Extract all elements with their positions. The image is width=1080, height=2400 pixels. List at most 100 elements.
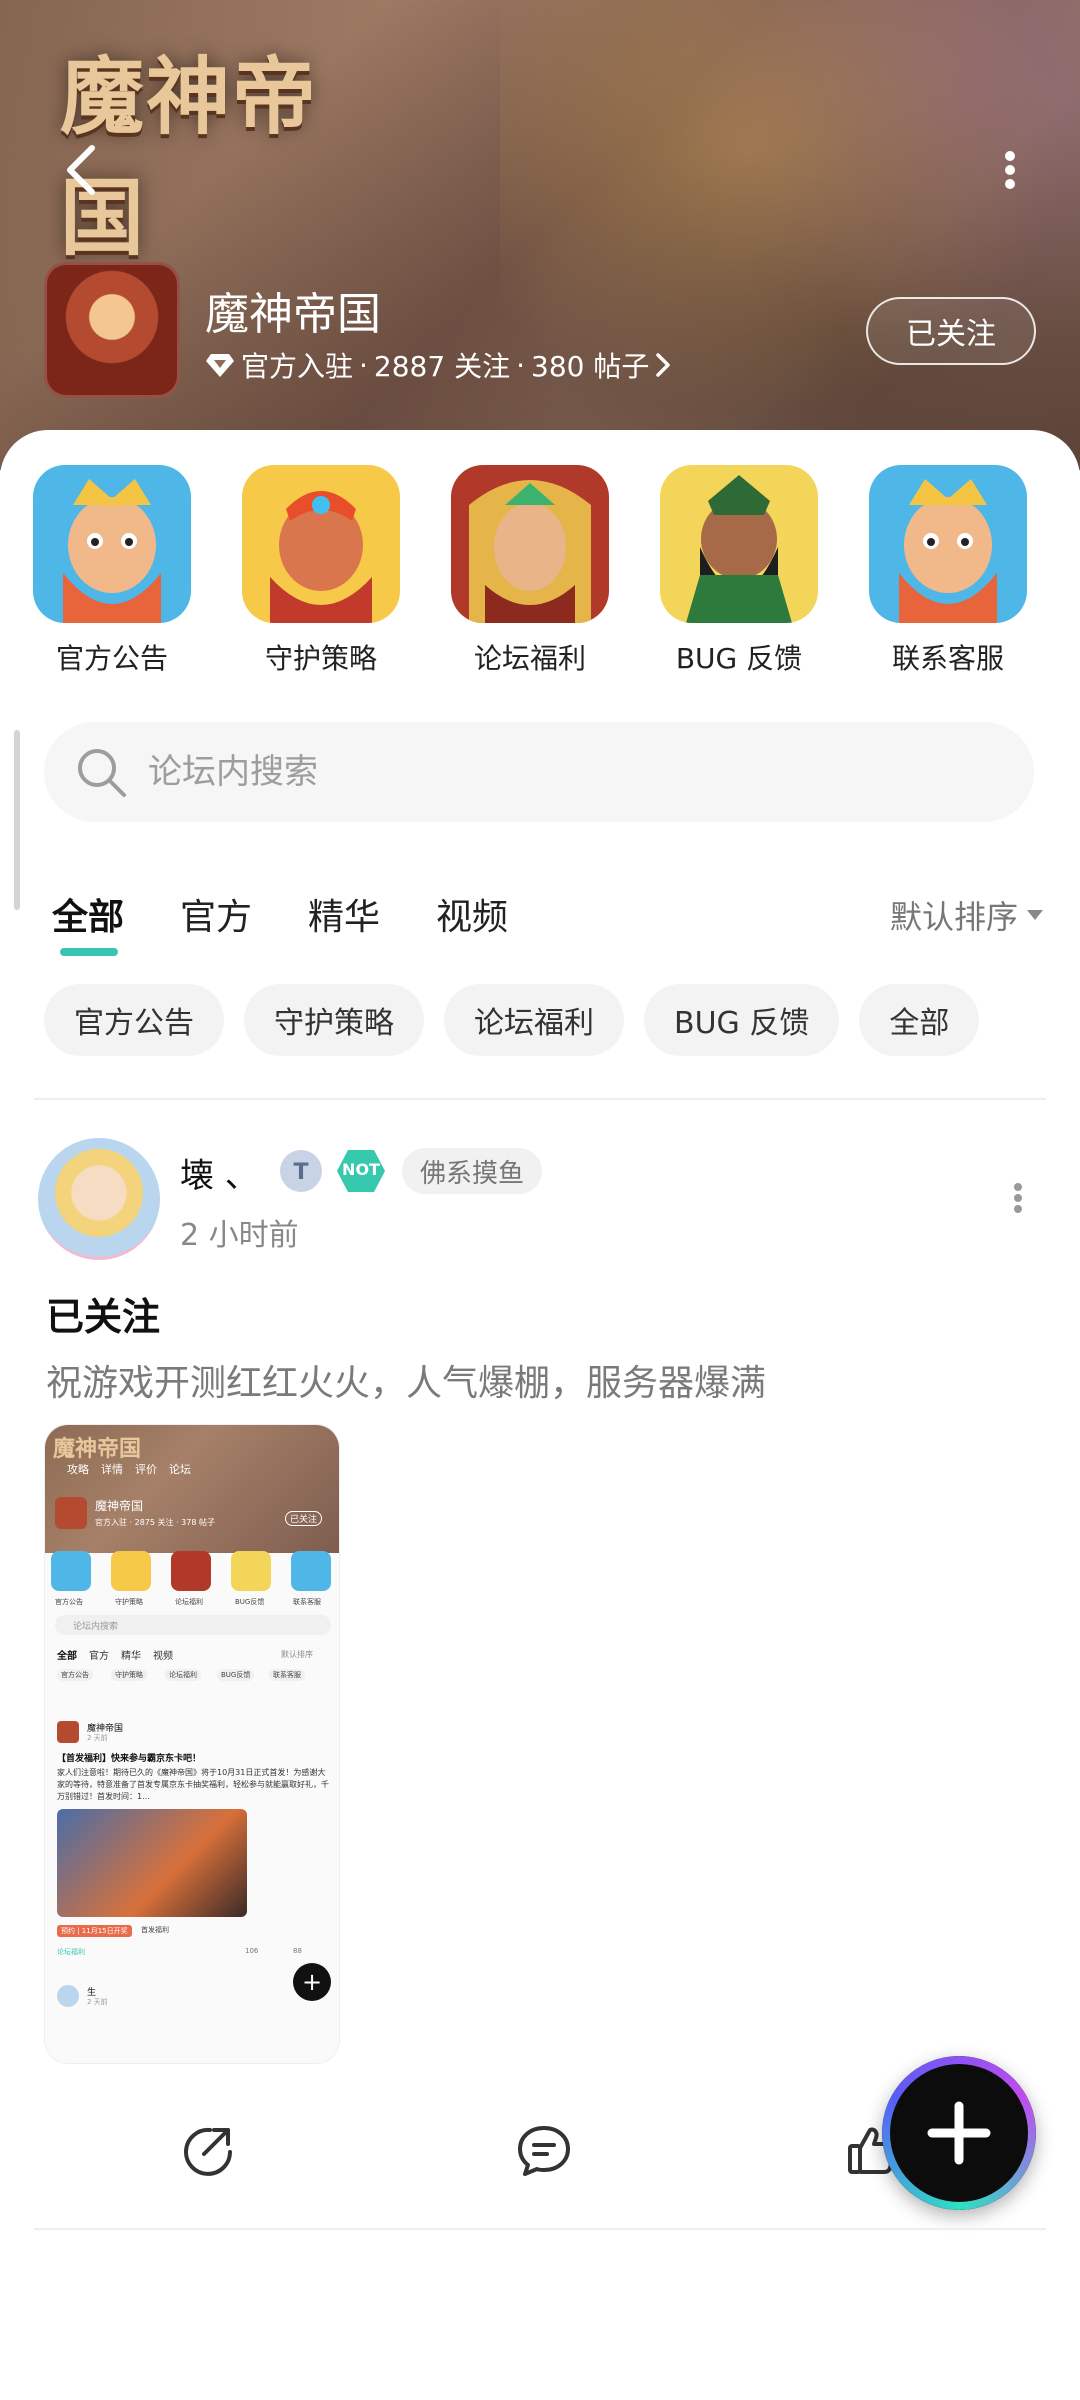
thumb-chip: 守护策略 <box>111 1669 147 1681</box>
thumb-search-text: 论坛内搜索 <box>73 1622 119 1632</box>
entry-guard-strategy[interactable]: 守护策略 <box>231 465 411 677</box>
thumb-post-image <box>57 1809 247 1917</box>
thumb-system-nav <box>45 2033 339 2063</box>
thumb-chip: 官方公告 <box>57 1669 93 1681</box>
thumb-entry-label: 论坛福利 <box>175 1598 203 1606</box>
tab-label: 全部 <box>52 897 125 938</box>
post-author-avatar[interactable] <box>38 1138 160 1260</box>
chip-forum-welfare[interactable]: 论坛福利 <box>444 984 624 1056</box>
search-icon <box>78 749 126 797</box>
entry-icon <box>33 465 191 623</box>
chip-all[interactable]: 全部 <box>859 984 980 1056</box>
forum-name: 魔神帝国 <box>205 289 381 340</box>
user-title-tag: 佛系摸鱼 <box>402 1148 543 1194</box>
forum-meta[interactable]: 官方入驻 · 2887 关注 · 380 帖子 <box>205 345 671 385</box>
thumb-nav-3: 评价 <box>135 1463 157 1476</box>
thumb-post-title: 【首发福利】快来参与霸京东卡吧！ <box>57 1754 202 1764</box>
thumb-post-avatar <box>57 1721 79 1743</box>
quick-entry-row: 官方公告 守护策略 论坛福利 BUG 反馈 联系客服 <box>0 465 1080 685</box>
tab-video[interactable]: 视频 <box>436 888 508 940</box>
thumb-nav-2: 详情 <box>101 1463 123 1476</box>
thumb-chip: 联系客服 <box>269 1669 305 1681</box>
chip-bug-feedback[interactable]: BUG 反馈 <box>644 984 840 1056</box>
thumb-fab: + <box>293 1963 331 2001</box>
category-chips: 官方公告 守护策略 论坛福利 BUG 反馈 全部 <box>44 984 980 1056</box>
more-button[interactable] <box>980 140 1040 200</box>
thumb-forum-name: 魔神帝国 <box>95 1499 144 1513</box>
thumb-chip: 论坛福利 <box>165 1669 201 1681</box>
thumb-entries <box>51 1551 333 1603</box>
post-count: 380 帖子 <box>531 350 650 383</box>
thumb-comments: 106 <box>245 1947 259 1955</box>
entry-icon <box>242 465 400 623</box>
entry-icon <box>660 465 818 623</box>
section-divider <box>34 1098 1046 1100</box>
thumb-tab: 全部 <box>57 1651 77 1662</box>
post-body[interactable]: 祝游戏开测红红火火，人气爆棚，服务器爆满 <box>46 1354 766 1406</box>
more-icon <box>1005 151 1015 189</box>
thumb-entry-icon <box>51 1551 91 1591</box>
thumb-post-tag2: 首发福利 <box>141 1926 169 1934</box>
share-icon <box>184 2127 232 2176</box>
forum-search-bar[interactable] <box>44 722 1034 822</box>
not-badge: NOT <box>336 1148 386 1194</box>
entry-official-notice[interactable]: 官方公告 <box>22 465 202 677</box>
chevron-right-icon <box>656 353 671 377</box>
badge-text: NOT <box>342 1160 380 1179</box>
forum-avatar[interactable] <box>44 262 180 398</box>
follow-button[interactable]: 已关注 <box>866 297 1036 365</box>
sort-label: 默认排序 <box>889 898 1018 936</box>
thumb-tab: 精华 <box>121 1651 141 1662</box>
thumb-post-time: 2 天前 <box>87 1734 108 1742</box>
thumb-post-section: 论坛福利 <box>57 1948 85 1956</box>
thumb-chip: BUG反馈 <box>217 1669 255 1681</box>
thumb-entry-label: BUG反馈 <box>235 1598 265 1606</box>
post-title[interactable]: 已关注 <box>46 1286 160 1341</box>
post-divider <box>34 2228 1046 2230</box>
thumb-entry-icon <box>171 1551 211 1591</box>
official-label: 官方入驻 <box>241 350 354 383</box>
post-time: 2 小时前 <box>180 1218 299 1253</box>
scrollbar[interactable] <box>14 730 20 910</box>
post-more-button[interactable] <box>998 1178 1038 1218</box>
thumb-next-avatar <box>57 1985 79 2007</box>
entry-icon <box>869 465 1027 623</box>
post-author-name[interactable]: 壊 、 <box>180 1148 259 1197</box>
entry-label: 论坛福利 <box>473 642 586 675</box>
thumb-post-text: 家人们注意啦！期待已久的《魔神帝国》将于10月31日正式首发！为感谢大家的等待，… <box>57 1768 329 1801</box>
thumb-logo: 魔神帝国 <box>53 1437 142 1462</box>
post-filter-tabs: 全部 官方 精华 视频 <box>52 888 508 956</box>
back-button[interactable] <box>50 140 110 200</box>
post-image[interactable]: 魔神帝国 攻略 详情 评价 论坛 魔神帝国 官方入驻 · 2875 关注 · 3… <box>44 1424 340 2064</box>
comment-button[interactable] <box>512 2118 576 2182</box>
sort-dropdown[interactable]: 默认排序 <box>890 892 1044 938</box>
fab-gradient-ring <box>882 2056 1036 2210</box>
entry-bug-feedback[interactable]: BUG 反馈 <box>649 465 829 677</box>
tab-all[interactable]: 全部 <box>52 888 125 956</box>
user-badges: T NOT <box>278 1148 386 1194</box>
chip-official-notice[interactable]: 官方公告 <box>44 984 224 1056</box>
thumb-nav-1: 攻略 <box>67 1463 89 1476</box>
tab-official[interactable]: 官方 <box>180 888 252 940</box>
thumb-meta: 官方入驻 · 2875 关注 · 378 帖子 <box>95 1518 215 1527</box>
caret-down-icon <box>1027 910 1043 920</box>
diamond-icon <box>206 354 234 377</box>
entry-label: BUG 反馈 <box>675 642 803 675</box>
thumb-entry-icon <box>231 1551 271 1591</box>
tab-featured[interactable]: 精华 <box>308 888 380 940</box>
search-input[interactable] <box>148 752 948 792</box>
thumb-tab: 视频 <box>153 1651 173 1662</box>
svg-text:T: T <box>293 1160 308 1185</box>
entry-label: 官方公告 <box>55 642 168 675</box>
more-icon <box>1014 1183 1022 1213</box>
thumb-likes: 88 <box>293 1947 302 1955</box>
chip-guard-strategy[interactable]: 守护策略 <box>244 984 424 1056</box>
comment-icon <box>518 2126 570 2176</box>
follower-count: 2887 关注 <box>373 350 511 383</box>
thumb-entry-icon <box>291 1551 331 1591</box>
entry-forum-welfare[interactable]: 论坛福利 <box>440 465 620 677</box>
share-button[interactable] <box>176 2118 240 2182</box>
thumb-nav-4: 论坛 <box>169 1463 191 1476</box>
thumb-entry-icon <box>111 1551 151 1591</box>
entry-customer-service[interactable]: 联系客服 <box>858 465 1038 677</box>
